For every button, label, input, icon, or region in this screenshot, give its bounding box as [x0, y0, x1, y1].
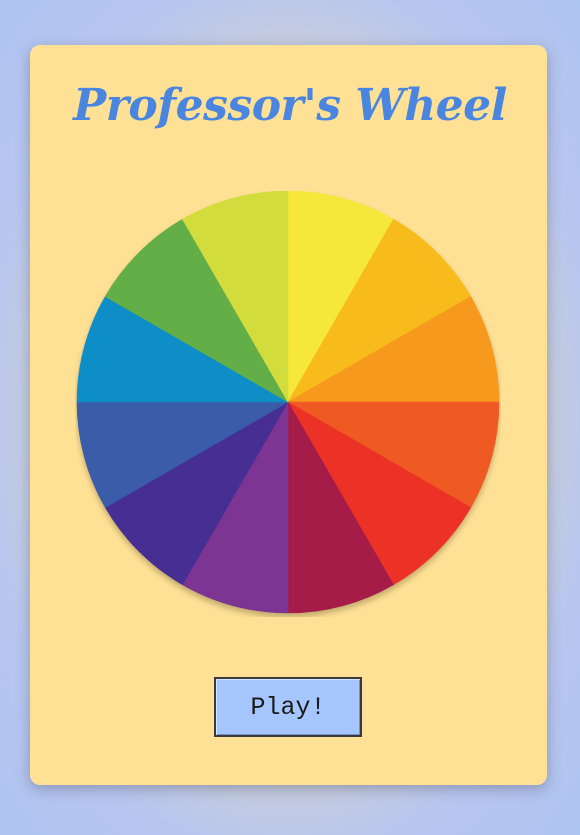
game-title: Professor's Wheel	[73, 80, 507, 131]
color-wheel[interactable]	[75, 191, 501, 617]
play-button[interactable]: Play!	[214, 677, 362, 737]
